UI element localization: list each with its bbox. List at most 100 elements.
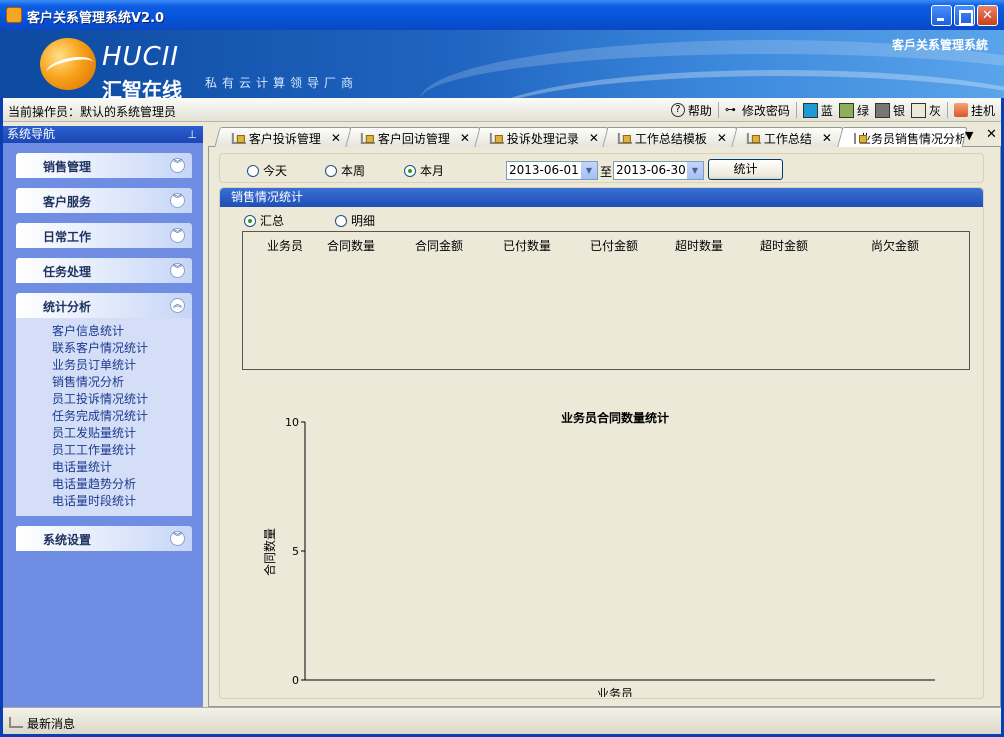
tree-node-icon: [617, 132, 632, 144]
tab-close-icon[interactable]: ✕: [589, 131, 599, 145]
tab-label: 工作总结模板: [634, 131, 707, 146]
nav-item[interactable]: 员工发贴量统计: [52, 425, 192, 442]
sidebar-title: 系统导航: [7, 127, 56, 141]
latest-news-label[interactable]: 最新消息: [27, 715, 75, 732]
nav-item[interactable]: 电话量统计: [52, 459, 192, 476]
range-month-radio[interactable]: 本月: [404, 162, 444, 179]
tab-label: 投诉处理记录: [506, 131, 579, 146]
column-header[interactable]: 超时数量: [675, 237, 723, 254]
hangup-button[interactable]: 挂机: [953, 101, 995, 119]
chevron-down-icon[interactable]: ︾: [170, 158, 185, 173]
nav-group-header[interactable]: 客户服务 ︾: [16, 188, 192, 213]
theme-green-swatch: [838, 102, 854, 118]
change-password-button[interactable]: ⊶ 修改密码: [725, 101, 790, 119]
end-date-select[interactable]: 2013-06-30 ▼: [613, 161, 704, 180]
chevron-up-icon[interactable]: ︽: [170, 298, 185, 313]
tab[interactable]: 客户回访管理 ✕: [343, 127, 481, 147]
nav-group-label: 销售管理: [43, 160, 92, 174]
close-button[interactable]: ✕: [977, 5, 998, 26]
key-icon: ⊶: [724, 103, 736, 116]
tab[interactable]: 工作总结模板 ✕: [600, 127, 738, 147]
tab[interactable]: 投诉处理记录 ✕: [472, 127, 609, 147]
view-summary-radio[interactable]: 汇总: [244, 212, 284, 229]
range-today-radio[interactable]: 今天: [247, 162, 287, 179]
tab-close-icon[interactable]: ✕: [460, 131, 470, 145]
nav-group-header[interactable]: 系统设置 ︾: [16, 526, 192, 551]
nav-item[interactable]: 任务完成情况统计: [52, 408, 192, 425]
nav-group-label: 客户服务: [43, 195, 92, 209]
column-header[interactable]: 合同数量: [327, 237, 375, 254]
tab[interactable]: 业务员销售情况分析: [836, 127, 968, 148]
chevron-down-icon[interactable]: ︾: [170, 228, 185, 243]
y-axis-label: 合同数量: [262, 528, 277, 576]
column-header[interactable]: 合同金额: [415, 237, 463, 254]
filter-bar: 今天 本周 本月 2013-06-01 ▼ 至 2013-06-30 ▼ 统计: [219, 153, 984, 183]
tab-close-icon[interactable]: ✕: [717, 131, 727, 145]
y-tick-label: 0: [292, 674, 299, 687]
app-icon: [6, 7, 22, 23]
tab-label: 客户投诉管理: [248, 131, 321, 146]
tab[interactable]: 客户投诉管理 ✕: [214, 127, 352, 147]
nav-group: 客户服务 ︾: [16, 188, 192, 213]
nav-item[interactable]: 电话量趋势分析: [52, 476, 192, 493]
summary-table[interactable]: 业务员 合同数量 合同金额 已付数量 已付金额 超时数量 超时金额 尚欠金额: [242, 231, 970, 370]
theme-silver-button[interactable]: 银: [874, 101, 905, 119]
nav-item[interactable]: 业务员订单统计: [52, 357, 192, 374]
column-header[interactable]: 已付金额: [590, 237, 638, 254]
title-bar[interactable]: 客户关系管理系统V2.0 ✕: [0, 0, 1004, 30]
tab-close-icon[interactable]: ✕: [822, 131, 832, 145]
range-week-radio[interactable]: 本周: [325, 162, 365, 179]
nav-item[interactable]: 电话量时段统计: [52, 493, 192, 510]
start-date-select[interactable]: 2013-06-01 ▼: [506, 161, 598, 180]
nav-group-header[interactable]: 日常工作 ︾: [16, 223, 192, 248]
column-header[interactable]: 尚欠金额: [871, 237, 919, 254]
system-name: 客戶关系管理系統: [891, 38, 988, 52]
logo-text-cn: 汇智在线: [102, 78, 182, 98]
nav-group-header[interactable]: 销售管理 ︾: [16, 153, 192, 178]
theme-blue-button[interactable]: 蓝: [802, 101, 833, 119]
tab[interactable]: 工作总结 ✕: [729, 127, 844, 147]
pin-icon[interactable]: ⊥: [187, 126, 197, 143]
logo-text-en: HUCII: [102, 42, 180, 72]
view-detail-radio[interactable]: 明细: [335, 212, 375, 229]
theme-green-button[interactable]: 绿: [838, 101, 869, 119]
chevron-down-icon[interactable]: ︾: [170, 263, 185, 278]
nav-group-header[interactable]: 任务处理 ︾: [16, 258, 192, 283]
chevron-down-icon[interactable]: ︾: [170, 193, 185, 208]
nav-item[interactable]: 客户信息统计: [52, 323, 192, 340]
content-area: 今天 本周 本月 2013-06-01 ▼ 至 2013-06-30 ▼ 统计 …: [208, 147, 1001, 707]
logo-icon: [40, 38, 96, 90]
nav-item[interactable]: 员工工作量统计: [52, 442, 192, 459]
column-header[interactable]: 超时金额: [760, 237, 808, 254]
tab-label: 工作总结: [763, 131, 812, 146]
nav-item[interactable]: 联系客户情况统计: [52, 340, 192, 357]
tab-strip: 业务员销售情况分析 工作总结 ✕ 工作总结模板 ✕ 投诉处理记录 ✕ 客户回访管理 ✕ 客户投诉管…: [208, 126, 1001, 148]
nav-item[interactable]: 销售情况分析: [52, 374, 192, 391]
close-all-tabs-icon[interactable]: ✕: [986, 127, 997, 142]
tab-list-dropdown-icon[interactable]: ▼: [965, 129, 973, 142]
statistics-button[interactable]: 统计: [708, 159, 783, 180]
change-password-label: 修改密码: [741, 103, 790, 118]
nav-item[interactable]: 员工投诉情况统计: [52, 391, 192, 408]
nav-group: 系统设置 ︾: [16, 526, 192, 551]
minimize-button[interactable]: [931, 5, 952, 26]
nav-group-items: 客户信息统计 联系客户情况统计 业务员订单统计 销售情况分析 员工投诉情况统计 任务完成情…: [16, 318, 192, 516]
contract-count-chart: 业务员合同数量统计 0 5 10 业务员 合同数量: [262, 412, 935, 697]
nav-group: 销售管理 ︾: [16, 153, 192, 178]
tree-node-icon: [746, 132, 761, 144]
nav-group-header[interactable]: 统计分析 ︽: [16, 293, 192, 318]
chart-title: 业务员合同数量统计: [561, 412, 669, 425]
nav-group-label: 任务处理: [43, 265, 92, 279]
help-button[interactable]: ? 帮助: [670, 101, 712, 119]
nav-group: 日常工作 ︾: [16, 223, 192, 248]
column-header[interactable]: 业务员: [267, 237, 303, 254]
theme-green-label: 绿: [856, 103, 869, 118]
theme-gray-button[interactable]: 灰: [910, 101, 941, 119]
column-header[interactable]: 已付数量: [503, 237, 551, 254]
window-title: 客户关系管理系统V2.0: [27, 11, 165, 26]
chevron-down-icon[interactable]: ︾: [170, 531, 185, 546]
tab-close-icon[interactable]: ✕: [331, 131, 341, 145]
maximize-button[interactable]: [954, 5, 975, 26]
current-operator: 当前操作员：默认的系统管理员: [8, 105, 177, 119]
tree-node-icon: [854, 132, 856, 144]
